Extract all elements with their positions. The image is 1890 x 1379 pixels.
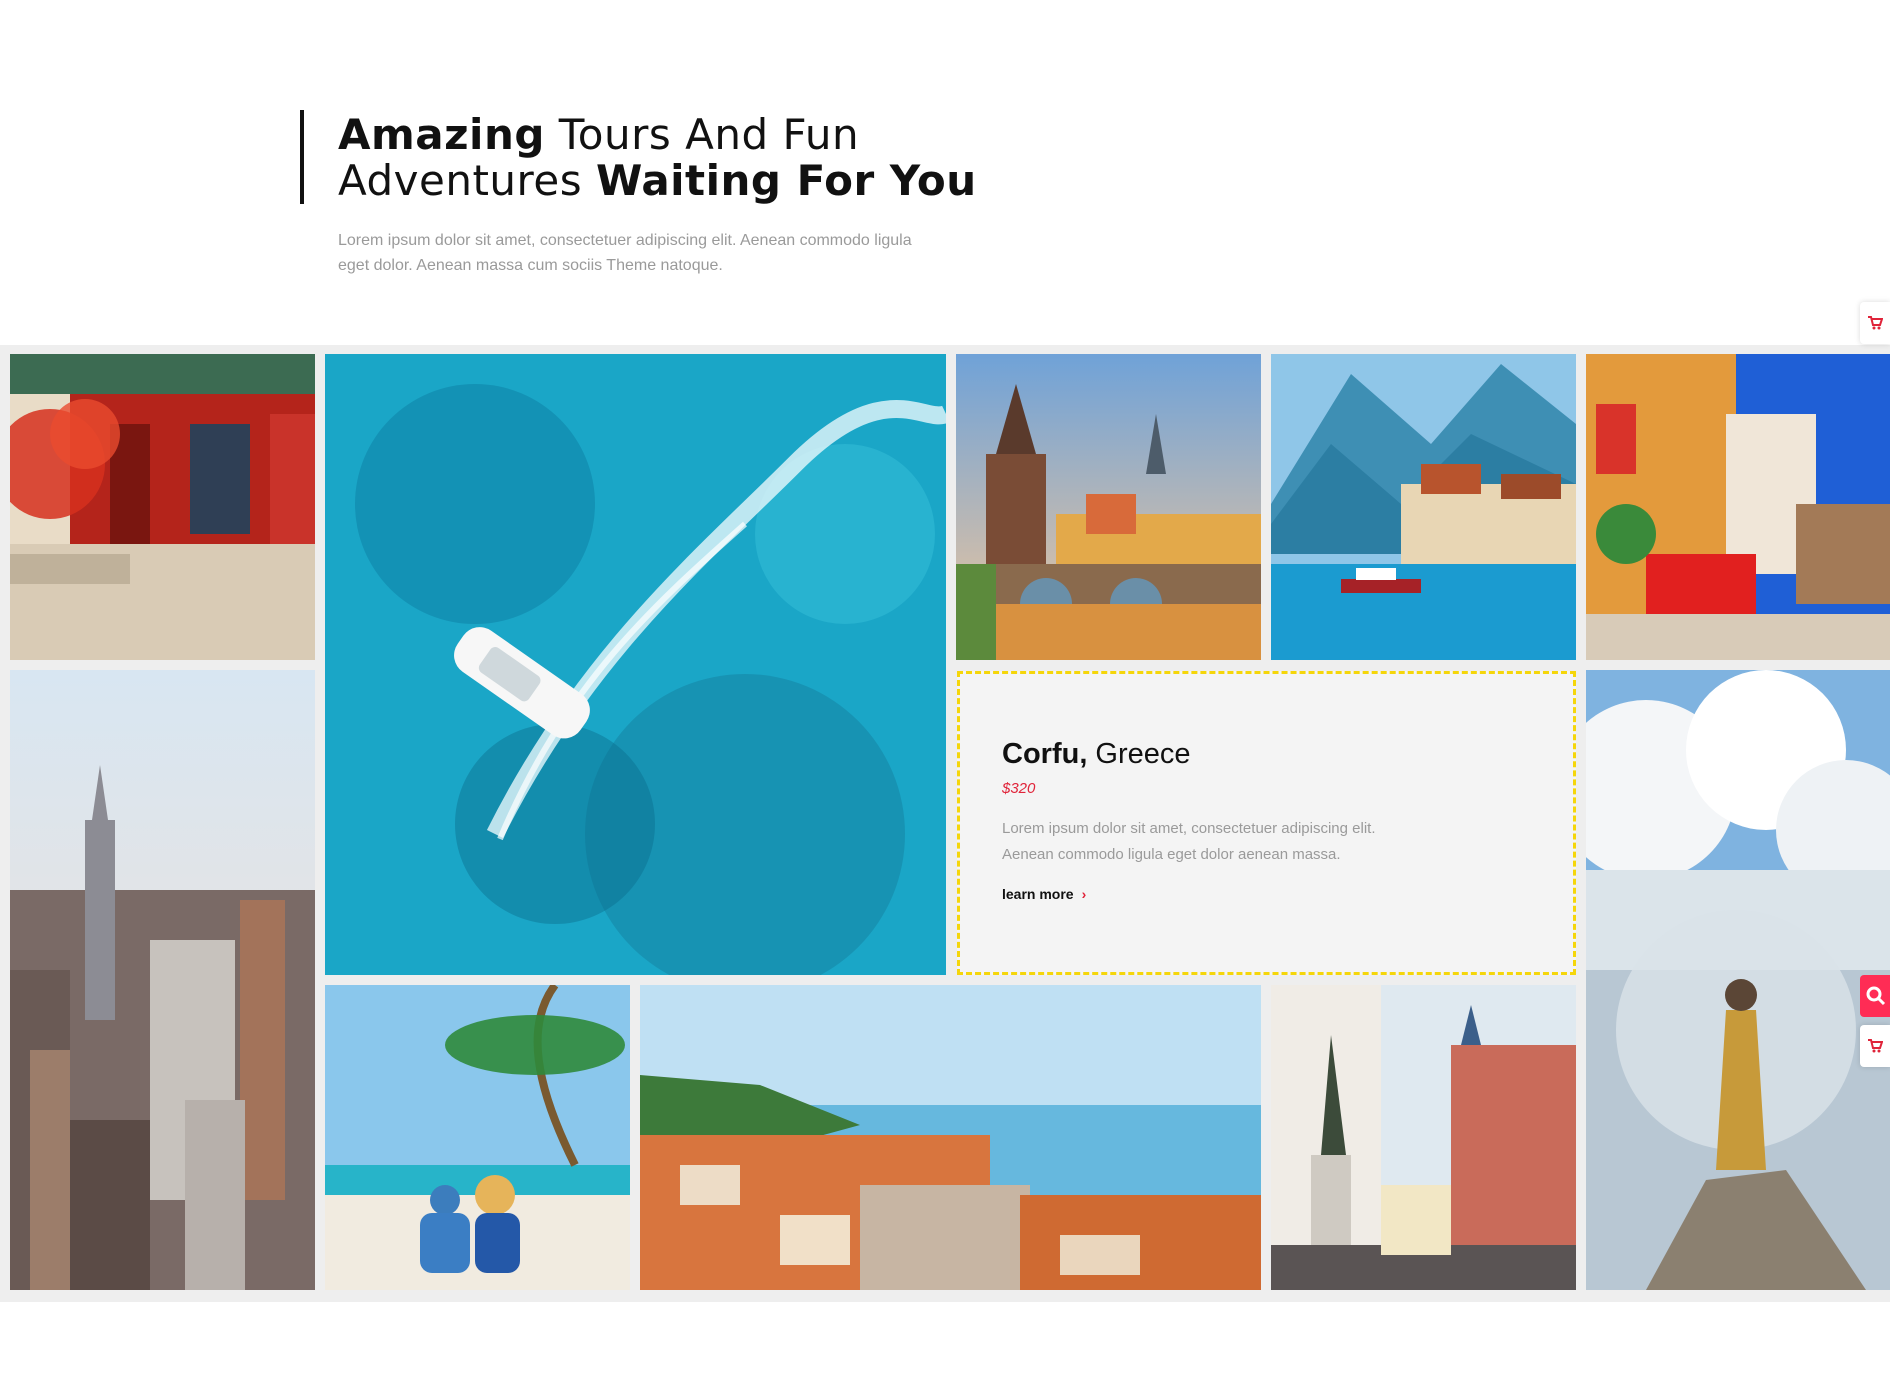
section-heading: Amazing Tours And Fun Adventures Waiting… (338, 112, 978, 204)
heading-light-1: Tours And Fun (544, 110, 860, 159)
cart-widget-bottom[interactable] (1860, 1025, 1890, 1067)
prague-photo[interactable] (956, 354, 1261, 660)
chevron-right-icon: › (1081, 886, 1087, 902)
heading-light-2: Adventures (338, 156, 596, 205)
learn-more-link[interactable]: learn more › (1002, 886, 1086, 902)
section-description: Lorem ipsum dolor sit amet, consectetuer… (338, 232, 912, 274)
mountain-hiker-photo[interactable] (1586, 670, 1890, 1290)
boat-photo[interactable] (325, 354, 946, 975)
heading-bold-1: Amazing (338, 110, 545, 159)
madrid-square-photo[interactable] (1271, 985, 1576, 1290)
lake-town-photo[interactable] (1271, 354, 1576, 660)
beach-couple-photo[interactable] (325, 985, 630, 1290)
card-title-light: Greece (1087, 738, 1191, 770)
learn-more-label: learn more (1002, 886, 1074, 902)
card-title: Corfu, Greece (1002, 738, 1191, 771)
search-widget[interactable] (1860, 975, 1890, 1017)
coastal-town-photo[interactable] (640, 985, 1261, 1290)
card-title-bold: Corfu, (1002, 738, 1088, 770)
search-icon (1866, 986, 1886, 1006)
cart-widget-top[interactable] (1860, 302, 1890, 344)
greek-house-photo[interactable] (1586, 354, 1890, 660)
cart-icon (1868, 316, 1883, 330)
heading-bold-2: Waiting For You (595, 156, 977, 205)
cart-icon (1868, 1039, 1883, 1053)
card-description: Lorem ipsum dolor sit amet, consectetuer… (1002, 820, 1376, 863)
card-price: $320 (1002, 780, 1036, 797)
new-york-photo[interactable] (10, 670, 315, 1290)
title-accent-bar (300, 110, 304, 204)
featured-tour-card: Corfu, Greece $320 Lorem ipsum dolor sit… (957, 671, 1576, 975)
temple-photo[interactable] (10, 354, 315, 660)
